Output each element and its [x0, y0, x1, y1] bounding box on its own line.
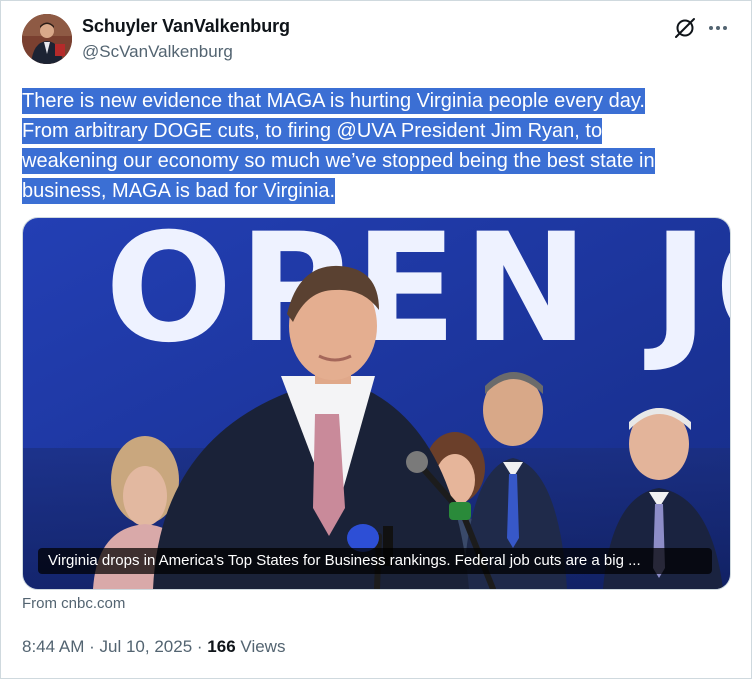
sign-text: OPEN JOBS [105, 218, 730, 376]
meta-separator: · [196, 637, 203, 656]
link-card-image[interactable]: OPEN JOBS [22, 217, 731, 590]
author-handle[interactable]: @ScVanValkenburg [82, 42, 233, 62]
tweet-meta: 8:44 AM · Jul 10, 2025 · 166 Views [22, 637, 285, 657]
grok-slash-icon[interactable] [672, 15, 698, 41]
link-card-source[interactable]: From cnbc.com [22, 595, 125, 612]
more-dots-icon[interactable] [706, 16, 730, 40]
tweet-text-line: business, MAGA is bad for Virginia. [22, 178, 336, 204]
views-label: Views [240, 637, 286, 656]
avatar[interactable] [22, 14, 72, 64]
tweet-text-line: From arbitrary DOGE cuts, to firing @UVA… [22, 118, 603, 144]
tweet-text-line: weakening our economy so much we’ve stop… [22, 148, 655, 174]
tweet-text-line: There is new evidence that MAGA is hurti… [22, 88, 645, 114]
meta-separator: · [89, 637, 95, 656]
tweet-time[interactable]: 8:44 AM [22, 637, 84, 656]
author-name[interactable]: Schuyler VanValkenburg [82, 16, 290, 37]
tweet-date[interactable]: Jul 10, 2025 [100, 637, 193, 656]
views-count[interactable]: 166 [207, 637, 235, 656]
tweet-text: There is new evidence that MAGA is hurti… [22, 86, 732, 206]
link-card-caption[interactable]: Virginia drops in America's Top States f… [38, 548, 712, 574]
